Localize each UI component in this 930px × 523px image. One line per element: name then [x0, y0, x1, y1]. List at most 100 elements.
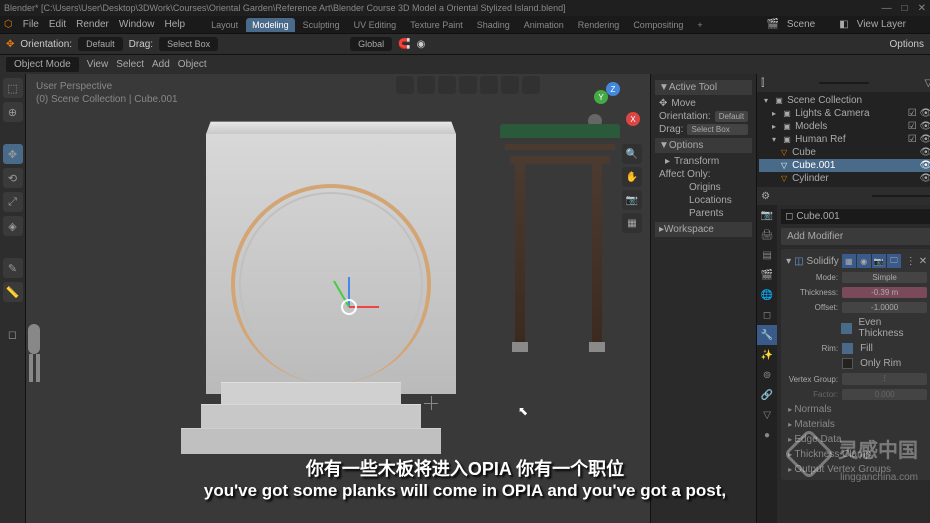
- annotate-tool[interactable]: ✎: [3, 258, 23, 278]
- select-tool[interactable]: ⬚: [3, 78, 23, 98]
- section-output-vg[interactable]: ▸ Output Vertex Groups: [784, 462, 929, 477]
- tab-world[interactable]: 🌐: [757, 285, 777, 305]
- cursor-tool[interactable]: ⊕: [3, 102, 23, 122]
- shading-wire[interactable]: [459, 76, 477, 94]
- add-cube-tool[interactable]: ◻: [3, 324, 23, 344]
- menu-render[interactable]: Render: [76, 19, 109, 30]
- section-clamp[interactable]: ▸ Thickness Clamp: [784, 447, 929, 462]
- snap-icon[interactable]: 🧲: [398, 39, 410, 50]
- tab-physics[interactable]: ⊚: [757, 365, 777, 385]
- axis-x[interactable]: X: [626, 112, 640, 126]
- axis-z[interactable]: Z: [606, 82, 620, 96]
- viewport-3d[interactable]: User Perspective (0) Scene Collection | …: [26, 74, 650, 523]
- tab-rendering[interactable]: Rendering: [572, 18, 626, 32]
- menu-object[interactable]: Object: [178, 59, 207, 70]
- properties-icon[interactable]: ⚙: [761, 191, 770, 202]
- outliner-filter-icon[interactable]: ⫿: [761, 78, 764, 89]
- filter-icon[interactable]: ▽: [924, 78, 930, 89]
- mod-display-real[interactable]: ◉: [857, 254, 871, 268]
- even-thickness-check[interactable]: [841, 323, 852, 334]
- mod-dropdown[interactable]: ⋮: [906, 256, 916, 267]
- tab-material[interactable]: ●: [757, 425, 777, 445]
- orientation-field[interactable]: Default: [715, 111, 748, 122]
- measure-tool[interactable]: 📏: [3, 282, 23, 302]
- minimize-icon[interactable]: —: [882, 3, 892, 14]
- rotate-tool[interactable]: ⟲: [3, 168, 23, 188]
- menu-file[interactable]: File: [23, 19, 39, 30]
- outliner-item[interactable]: ▽Cylinder👁: [759, 172, 930, 185]
- panel-workspace[interactable]: ▸ Workspace: [655, 222, 752, 237]
- close-icon[interactable]: ✕: [918, 3, 926, 14]
- overlay-toggle[interactable]: [417, 76, 435, 94]
- tab-compositing[interactable]: Compositing: [627, 18, 689, 32]
- panel-options[interactable]: ▼ Options: [655, 138, 752, 153]
- tab-modeling[interactable]: Modeling: [246, 18, 295, 32]
- tab-constraints[interactable]: 🔗: [757, 385, 777, 405]
- outliner-item[interactable]: ▾▣Human Ref☑ 👁: [759, 133, 930, 146]
- transform-tool[interactable]: ◈: [3, 216, 23, 236]
- section-edgedata[interactable]: ▸ Edge Data: [784, 432, 929, 447]
- gizmo-toggle[interactable]: [396, 76, 414, 94]
- tab-uv[interactable]: UV Editing: [348, 18, 403, 32]
- outliner-item-selected[interactable]: ▽Cube.001👁: [759, 159, 930, 172]
- outliner[interactable]: ▾▣Scene Collection ▸▣Lights & Camera☑ 👁 …: [757, 92, 930, 187]
- shading-matprev[interactable]: [501, 76, 519, 94]
- mode-dropdown[interactable]: Object Mode: [6, 57, 79, 72]
- thickness-field[interactable]: -0.39 m: [842, 287, 927, 298]
- shading-rendered[interactable]: [522, 76, 540, 94]
- object-name-field[interactable]: ◻Cube.001: [781, 209, 930, 224]
- menu-edit[interactable]: Edit: [49, 19, 66, 30]
- menu-add[interactable]: Add: [152, 59, 170, 70]
- xray-toggle[interactable]: [438, 76, 456, 94]
- shading-solid[interactable]: [480, 76, 498, 94]
- offset-field[interactable]: -1.0000: [842, 302, 927, 313]
- mod-close[interactable]: ✕: [919, 256, 927, 267]
- scene-field[interactable]: Scene: [783, 18, 835, 31]
- tab-texpaint[interactable]: Texture Paint: [404, 18, 469, 32]
- tab-add[interactable]: +: [691, 18, 708, 32]
- tab-output[interactable]: 🖨: [757, 225, 777, 245]
- mode-field[interactable]: Simple: [842, 272, 927, 283]
- options-dropdown[interactable]: Options: [890, 39, 924, 50]
- menu-view[interactable]: View: [87, 59, 109, 70]
- menu-select[interactable]: Select: [116, 59, 144, 70]
- mod-display-vp[interactable]: 🖵: [887, 254, 901, 268]
- tab-modifiers[interactable]: 🔧: [757, 325, 777, 345]
- tab-mesh[interactable]: ▽: [757, 405, 777, 425]
- zoom-icon[interactable]: 🔍: [622, 144, 642, 164]
- mod-display-render[interactable]: 📷: [872, 254, 886, 268]
- tab-shading[interactable]: Shading: [471, 18, 516, 32]
- outliner-scene-collection[interactable]: ▾▣Scene Collection: [759, 94, 930, 107]
- menu-help[interactable]: Help: [164, 19, 185, 30]
- tab-viewlayer[interactable]: ▤: [757, 245, 777, 265]
- panel-active-tool[interactable]: ▼ Active Tool: [655, 80, 752, 95]
- tab-sculpting[interactable]: Sculpting: [297, 18, 346, 32]
- tab-scene[interactable]: 🎬: [757, 265, 777, 285]
- maximize-icon[interactable]: □: [902, 3, 908, 14]
- perspective-icon[interactable]: ▦: [622, 213, 642, 233]
- orientation-dropdown[interactable]: Default: [78, 37, 123, 51]
- transform-orientation[interactable]: Global: [350, 37, 392, 51]
- proportional-icon[interactable]: ◉: [417, 39, 426, 50]
- menu-window[interactable]: Window: [119, 19, 155, 30]
- outliner-item[interactable]: ▽Cube👁: [759, 146, 930, 159]
- camera-icon[interactable]: 📷: [622, 190, 642, 210]
- fill-check[interactable]: [842, 343, 853, 354]
- tab-animation[interactable]: Animation: [518, 18, 570, 32]
- properties-search[interactable]: [872, 195, 930, 197]
- tab-render[interactable]: 📷: [757, 205, 777, 225]
- section-normals[interactable]: ▸ Normals: [784, 402, 929, 417]
- pan-icon[interactable]: ✋: [622, 167, 642, 187]
- section-materials[interactable]: ▸ Materials: [784, 417, 929, 432]
- drag-field[interactable]: Select Box: [687, 124, 748, 135]
- tab-object[interactable]: ◻: [757, 305, 777, 325]
- viewlayer-field[interactable]: View Layer: [853, 18, 926, 31]
- vg-field[interactable]: ⫶: [842, 373, 927, 385]
- drag-dropdown[interactable]: Select Box: [159, 37, 218, 51]
- onlyrim-check[interactable]: [842, 358, 853, 369]
- scale-tool[interactable]: ⤢: [3, 192, 23, 212]
- tab-particles[interactable]: ✨: [757, 345, 777, 365]
- outliner-item[interactable]: ▸▣Models☑ 👁: [759, 120, 930, 133]
- outliner-item[interactable]: ▸▣Lights & Camera☑ 👁: [759, 107, 930, 120]
- tab-layout[interactable]: Layout: [205, 18, 244, 32]
